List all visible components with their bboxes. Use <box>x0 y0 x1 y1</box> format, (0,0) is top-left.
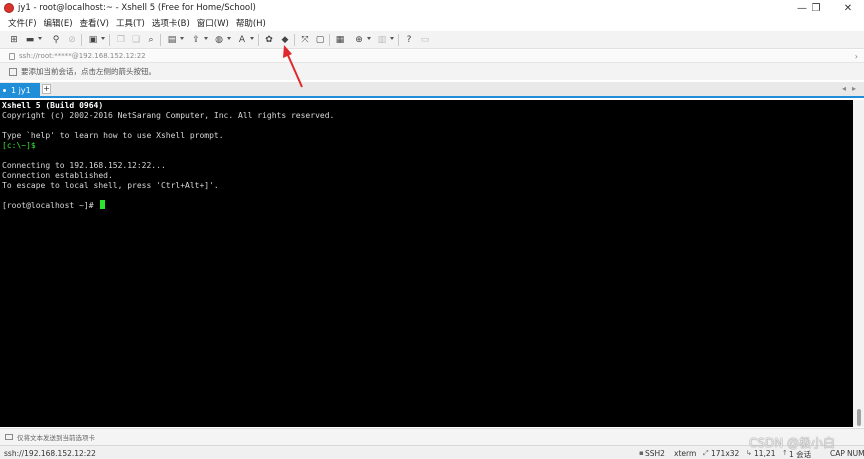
font-icon[interactable]: A <box>236 34 248 46</box>
csdn-watermark: CSDN @极小白 <box>749 436 836 450</box>
open-session-icon[interactable]: ▬ <box>24 34 36 46</box>
terminal-local-prompt: [c:\~]$ <box>2 140 36 150</box>
new-session-icon[interactable]: ⊞ <box>8 34 20 46</box>
print-icon[interactable]: ▤ <box>166 34 178 46</box>
menu-help[interactable]: 帮助(H) <box>236 17 266 29</box>
disconnect-icon[interactable]: ⊘ <box>66 34 78 46</box>
menu-file[interactable]: 文件(F) <box>8 17 37 29</box>
menu-window[interactable]: 窗口(W) <box>197 17 229 29</box>
tab-jy1[interactable]: 1 jy1 <box>0 83 40 97</box>
toolbar-divider <box>329 34 330 46</box>
tab-bar: 1 jy1 + ◂ ▸ <box>0 82 864 98</box>
tab-next-icon[interactable]: ▸ <box>852 84 856 93</box>
xftp-icon[interactable]: ✿ <box>263 34 275 46</box>
toolbar-divider <box>398 34 399 46</box>
toolbar-divider <box>294 34 295 46</box>
tab-status-dot <box>3 88 6 92</box>
terminal-cursor <box>100 200 106 210</box>
status-terminal-type: xterm <box>674 449 697 458</box>
print-dropdown-caret[interactable] <box>180 37 184 40</box>
keyboard-icon[interactable]: ▦ <box>334 34 346 46</box>
terminal-line: Connection established. <box>2 170 113 180</box>
terminal-line: Connecting to 192.168.152.12:22... <box>2 160 166 170</box>
toolbar-divider <box>258 34 259 46</box>
new-tab-button[interactable]: + <box>42 84 51 94</box>
xshell-app-icon[interactable] <box>4 3 14 13</box>
status-bar: ssh://192.168.152.12:22 ▪ SSH2 xterm ⤢ 1… <box>0 445 864 459</box>
status-connection: ssh://192.168.152.12:22 <box>4 449 96 458</box>
status-protocol: SSH2 <box>645 449 665 458</box>
terminal-line: Copyright (c) 2002-2016 NetSarang Comput… <box>2 110 335 120</box>
help-icon[interactable]: ? <box>403 34 415 46</box>
tab-label: 1 jy1 <box>11 85 31 95</box>
properties-icon[interactable]: ▣ <box>87 34 99 46</box>
terminal-line: Xshell 5 (Build 0964) <box>2 101 104 110</box>
toolbar: ⊞ ▬ ⚲ ⊘ ▣ ❐ ❑ ⌕ ▤ ⇪ ◍ A ✿ ◆ ⤧ ▢ ▦ ⊕ ▥ ? … <box>0 31 864 49</box>
menu-tab[interactable]: 选项卡(B) <box>152 17 190 29</box>
terminal-line: Type `help' to learn how to use Xshell p… <box>2 130 224 140</box>
font-dropdown-caret[interactable] <box>250 37 254 40</box>
close-button[interactable]: ✕ <box>834 0 862 16</box>
layout-icon[interactable]: ▥ <box>376 34 388 46</box>
maximize-button[interactable]: ❐ <box>802 0 830 16</box>
ssh-lock-icon: ▪ <box>639 449 644 457</box>
transfer-dropdown-caret[interactable] <box>204 37 208 40</box>
add-session-arrow-icon[interactable] <box>9 67 17 76</box>
toolbar-divider <box>160 34 161 46</box>
status-size: 171x32 <box>711 449 740 458</box>
properties-dropdown-caret[interactable] <box>101 37 105 40</box>
paste-icon[interactable]: ❑ <box>130 34 142 46</box>
globe-icon[interactable]: ◍ <box>213 34 225 46</box>
menu-bar: 文件(F) 编辑(E) 查看(V) 工具(T) 选项卡(B) 窗口(W) 帮助(… <box>0 16 864 30</box>
size-icon: ⤢ <box>703 449 709 457</box>
tab-prev-icon[interactable]: ◂ <box>842 84 846 93</box>
terminal-scrollbar[interactable] <box>853 100 864 427</box>
scrollbar-thumb[interactable] <box>857 409 861 426</box>
fullscreen-icon[interactable]: ⤧ <box>299 34 311 46</box>
chat-icon[interactable]: ▭ <box>419 34 431 46</box>
add-dropdown-caret[interactable] <box>367 37 371 40</box>
address-text: ssh://root:*****@192.168.152.12:22 <box>19 52 146 60</box>
session-hint-text: 要添加当前会话，点击左侧的箭头按钮。 <box>21 67 156 76</box>
reconnect-icon[interactable]: ⚲ <box>50 34 62 46</box>
add-icon[interactable]: ⊕ <box>353 34 365 46</box>
menu-edit[interactable]: 编辑(E) <box>44 17 73 29</box>
compose-placeholder: 仅将文本发送到当前选项卡 <box>17 434 95 442</box>
address-bar[interactable]: ssh://root:*****@192.168.152.12:22 › <box>0 50 864 63</box>
compose-bar[interactable]: 仅将文本发送到当前选项卡 <box>0 428 864 445</box>
lock-icon <box>9 52 15 60</box>
address-go-icon[interactable]: › <box>855 52 858 61</box>
layout-dropdown-caret[interactable] <box>390 37 394 40</box>
menu-view[interactable]: 查看(V) <box>80 17 109 29</box>
compose-icon[interactable] <box>5 434 13 440</box>
transfer-icon[interactable]: ⇪ <box>190 34 202 46</box>
toolbar-divider <box>109 34 110 46</box>
find-icon[interactable]: ⌕ <box>145 34 157 46</box>
lock-icon[interactable]: ▢ <box>314 34 326 46</box>
terminal-prompt-line: [root@localhost ~]# <box>2 200 851 210</box>
copy-icon[interactable]: ❐ <box>115 34 127 46</box>
title-bar: jy1 - root@localhost:~ - Xshell 5 (Free … <box>0 0 864 16</box>
session-hint-bar: 要添加当前会话，点击左侧的箭头按钮。 <box>0 63 864 80</box>
terminal-line: To escape to local shell, press 'Ctrl+Al… <box>2 180 219 190</box>
new-file-transfer-icon[interactable]: ◆ <box>279 34 291 46</box>
toolbar-divider <box>81 34 82 46</box>
terminal-area[interactable]: Xshell 5 (Build 0964) Copyright (c) 2002… <box>0 100 853 427</box>
open-dropdown-caret[interactable] <box>38 37 42 40</box>
encoding-dropdown-caret[interactable] <box>227 37 231 40</box>
window-title: jy1 - root@localhost:~ - Xshell 5 (Free … <box>18 3 256 13</box>
menu-tools[interactable]: 工具(T) <box>116 17 145 29</box>
status-num: NUM <box>847 449 864 458</box>
shell-prompt: [root@localhost ~]# <box>2 201 99 211</box>
